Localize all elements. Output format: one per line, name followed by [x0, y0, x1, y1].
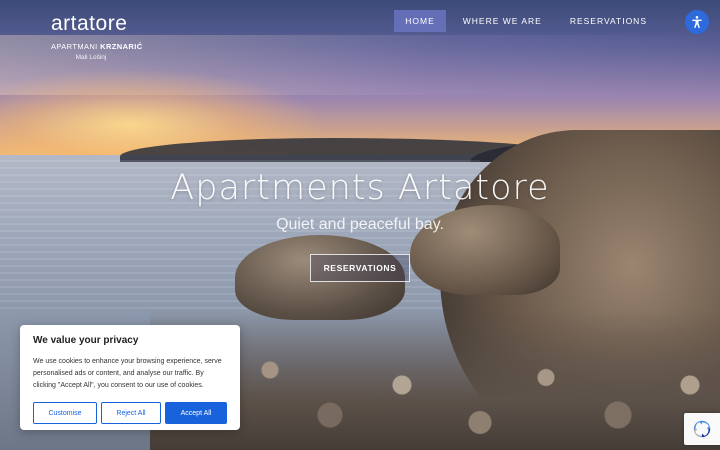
- cookie-title: We value your privacy: [33, 335, 139, 346]
- logo-text: artatore: [51, 12, 128, 35]
- hero-reservations-button[interactable]: RESERVATIONS: [310, 254, 410, 282]
- nav-item-where-we-are[interactable]: WHERE WE ARE: [452, 10, 553, 32]
- logo-subtitle: APARTMANI KRZNARIĆ: [51, 42, 142, 51]
- logo-subtitle-prefix: APARTMANI: [51, 42, 98, 51]
- cookie-consent-banner: We value your privacy We use cookies to …: [20, 325, 240, 430]
- cookie-reject-all-button[interactable]: Reject All: [101, 402, 161, 424]
- cookie-accept-all-button[interactable]: Accept All: [165, 402, 227, 424]
- main-nav: HOME WHERE WE ARE RESERVATIONS: [394, 10, 658, 32]
- accessibility-button[interactable]: [685, 10, 709, 34]
- logo-subtitle-name: KRZNARIĆ: [100, 42, 143, 51]
- recaptcha-icon: [693, 420, 711, 438]
- site-logo[interactable]: artatore APARTMANI KRZNARIĆ Mali Lošinj: [51, 12, 142, 61]
- hero-tagline: Quiet and peaceful bay.: [276, 216, 444, 233]
- cookie-buttons: Customise Reject All Accept All: [33, 402, 227, 424]
- nav-item-reservations[interactable]: RESERVATIONS: [559, 10, 658, 32]
- cookie-customise-button[interactable]: Customise: [33, 402, 97, 424]
- logo-location: Mali Lošinj: [75, 54, 107, 61]
- accessibility-icon: [692, 16, 702, 29]
- recaptcha-badge[interactable]: [684, 413, 720, 445]
- nav-item-home[interactable]: HOME: [394, 10, 446, 32]
- hero-title: Apartments Artatore: [170, 168, 550, 208]
- cookie-description: We use cookies to enhance your browsing …: [33, 358, 222, 389]
